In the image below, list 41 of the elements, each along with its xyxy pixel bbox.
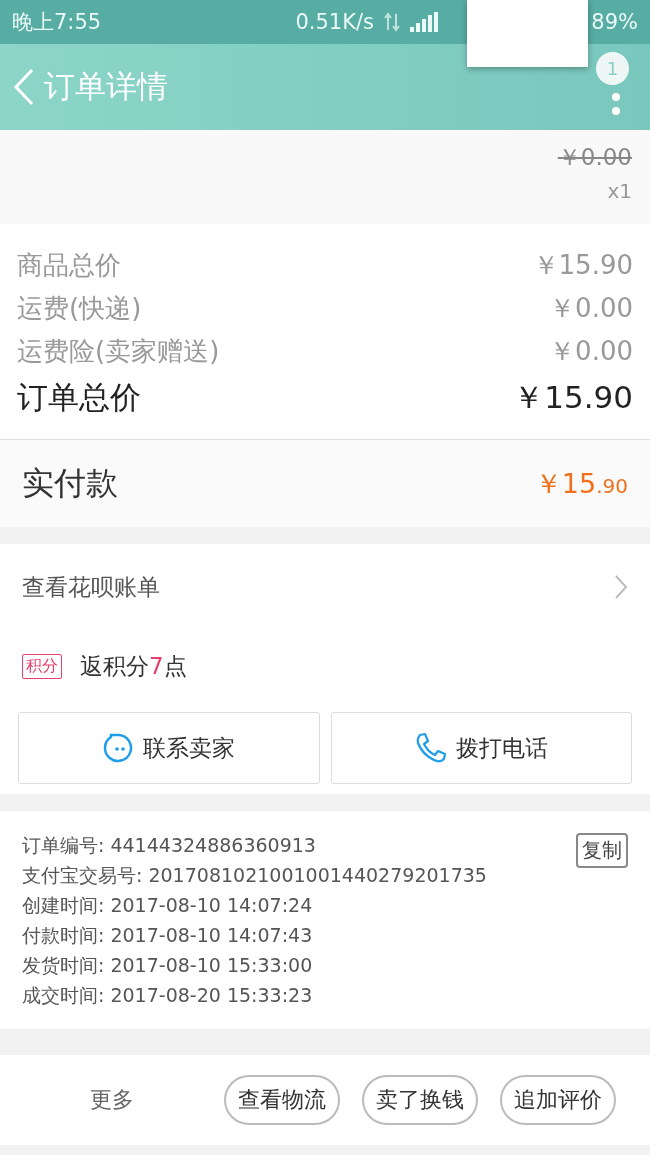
summary-value: ￥15.90 (532, 249, 633, 282)
chevron-right-icon (614, 574, 628, 600)
action-button[interactable]: 查看物流 (224, 1075, 340, 1125)
order-info-line: 发货时间: 2017-08-10 15:33:00 (22, 953, 313, 978)
notification-badge: 1 (596, 52, 629, 85)
chat-bubble-icon (102, 732, 135, 764)
order-info-line: 创建时间: 2017-08-10 14:07:24 (22, 893, 313, 918)
points-tag: 积分 (22, 653, 62, 679)
summary-value: ￥15.90 (513, 378, 633, 417)
order-info-line: 成交时间: 2017-08-20 15:33:23 (22, 983, 313, 1008)
data-arrows-icon (384, 12, 400, 32)
paid-amount: ￥15.90 (534, 466, 628, 501)
summary-label: 运费(快递) (17, 292, 142, 325)
huabei-label: 查看花呗账单 (22, 572, 160, 602)
action-button[interactable]: 追加评价 (500, 1075, 616, 1125)
item-quantity: x1 (607, 179, 632, 203)
network-speed: 0.51K/s (295, 10, 374, 34)
phone-icon (414, 731, 449, 765)
summary-label: 运费险(卖家赠送) (17, 335, 220, 368)
summary-value: ￥0.00 (549, 292, 633, 325)
huabei-bill-row[interactable]: 查看花呗账单 (18, 544, 632, 630)
action-button[interactable]: 卖了换钱 (362, 1075, 478, 1125)
call-button[interactable]: 拨打电话 (330, 712, 632, 784)
contact-seller-button[interactable]: 联系卖家 (18, 712, 320, 784)
more-link[interactable]: 更多 (90, 1085, 134, 1115)
summary-label: 商品总价 (17, 249, 121, 282)
points-text: 返积分7点 (80, 651, 187, 681)
copy-button[interactable]: 复制 (576, 833, 628, 868)
battery-level: 89% (591, 10, 638, 34)
paid-label: 实付款 (22, 462, 118, 504)
summary-label: 订单总价 (17, 378, 141, 417)
status-time: 晚上7:55 (12, 9, 102, 36)
page-title: 订单详情 (44, 67, 168, 106)
back-button[interactable] (12, 67, 36, 107)
order-info-line: 付款时间: 2017-08-10 14:07:43 (22, 923, 313, 948)
original-price: ￥0.00 (557, 143, 632, 172)
order-info-line: 支付宝交易号: 2017081021001001440279201735 (22, 863, 487, 888)
order-info-line: 订单编号: 44144324886360913 (22, 833, 316, 858)
signal-icon (410, 12, 438, 32)
summary-value: ￥0.00 (549, 335, 633, 368)
screenshot-thumbnail[interactable] (467, 0, 588, 67)
